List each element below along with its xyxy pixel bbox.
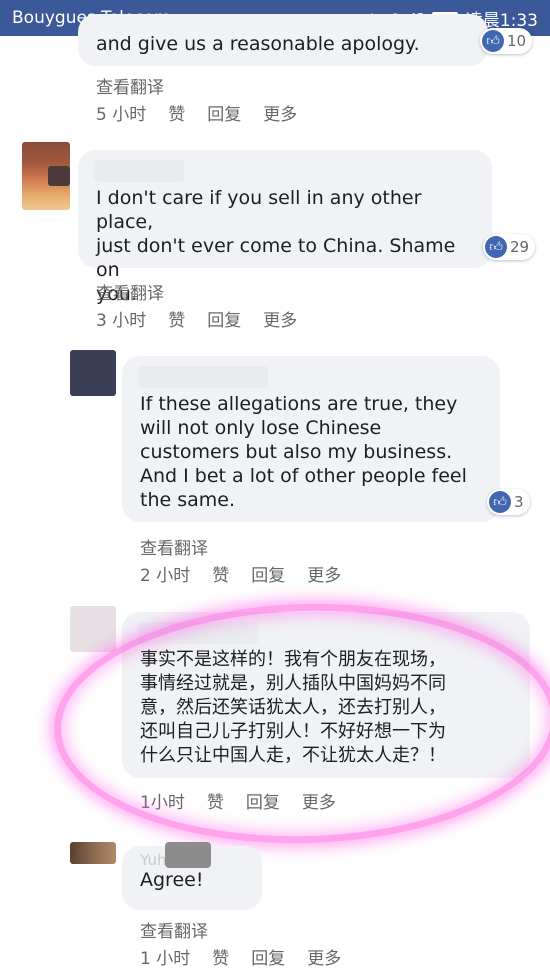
name-pixelation: [165, 842, 211, 868]
more-button[interactable]: 更多: [263, 306, 297, 331]
comment-text: and give us a reasonable apology.: [96, 33, 420, 55]
avatar: [48, 166, 70, 186]
avatar[interactable]: [70, 606, 116, 652]
avatar[interactable]: [70, 350, 116, 396]
like-button[interactable]: 赞: [207, 788, 224, 813]
comment-time: 1小时: [140, 793, 185, 813]
comment-meta: 3 小时 赞 回复 更多: [96, 306, 297, 331]
more-button[interactable]: 更多: [307, 944, 341, 969]
like-icon: 👍︎: [485, 236, 507, 258]
comment-meta: 5 小时 赞 回复 更多: [96, 100, 297, 125]
like-icon: 👍︎: [489, 491, 511, 513]
author-name[interactable]: [94, 160, 184, 182]
comment-time: 5 小时: [96, 105, 147, 125]
comment-time: 2 小时: [140, 566, 191, 586]
reply-button[interactable]: 回复: [207, 100, 241, 125]
like-button[interactable]: 赞: [212, 561, 229, 586]
more-button[interactable]: 更多: [307, 561, 341, 586]
comment-text: 事实不是这样的！我有个朋友在现场， 事情经过就是，别人插队中国妈妈不同 意，然后…: [140, 649, 446, 766]
comment-meta: 1 小时 赞 回复 更多: [140, 944, 341, 969]
reply-button[interactable]: 回复: [251, 561, 285, 586]
see-translation-link[interactable]: 查看翻译: [140, 534, 208, 559]
author-name[interactable]: [138, 622, 258, 644]
like-button[interactable]: 赞: [168, 100, 185, 125]
reply-button[interactable]: 回复: [246, 788, 280, 813]
reply-button[interactable]: 回复: [251, 944, 285, 969]
like-button[interactable]: 赞: [168, 306, 185, 331]
avatar[interactable]: [70, 842, 116, 864]
author-name[interactable]: [138, 366, 268, 388]
reply-button[interactable]: 回复: [207, 306, 241, 331]
see-translation-link[interactable]: 查看翻译: [96, 73, 164, 98]
reaction-count[interactable]: 👍︎ 10: [480, 28, 533, 54]
like-button[interactable]: 赞: [212, 944, 229, 969]
comment-time: 3 小时: [96, 311, 147, 331]
comment-meta: 2 小时 赞 回复 更多: [140, 561, 341, 586]
more-button[interactable]: 更多: [263, 100, 297, 125]
reaction-count[interactable]: 👍︎ 29: [483, 234, 536, 260]
comment-time: 1 小时: [140, 949, 191, 969]
more-button[interactable]: 更多: [302, 788, 336, 813]
see-translation-link[interactable]: 查看翻译: [96, 279, 164, 304]
comment-text: If these allegations are true, they will…: [140, 393, 467, 511]
comment-bubble: and give us a reasonable apology.: [78, 14, 488, 66]
comment-bubble: If these allegations are true, they will…: [122, 356, 500, 522]
comment-bubble: 事实不是这样的！我有个朋友在现场， 事情经过就是，别人插队中国妈妈不同 意，然后…: [122, 612, 530, 778]
see-translation-link[interactable]: 查看翻译: [140, 917, 208, 942]
comment-bubble: I don't care if you sell in any other pl…: [78, 150, 492, 305]
reaction-count[interactable]: 👍︎ 3: [487, 489, 530, 515]
comment-meta: 1小时 赞 回复 更多: [140, 788, 336, 813]
like-icon: 👍︎: [482, 30, 504, 52]
